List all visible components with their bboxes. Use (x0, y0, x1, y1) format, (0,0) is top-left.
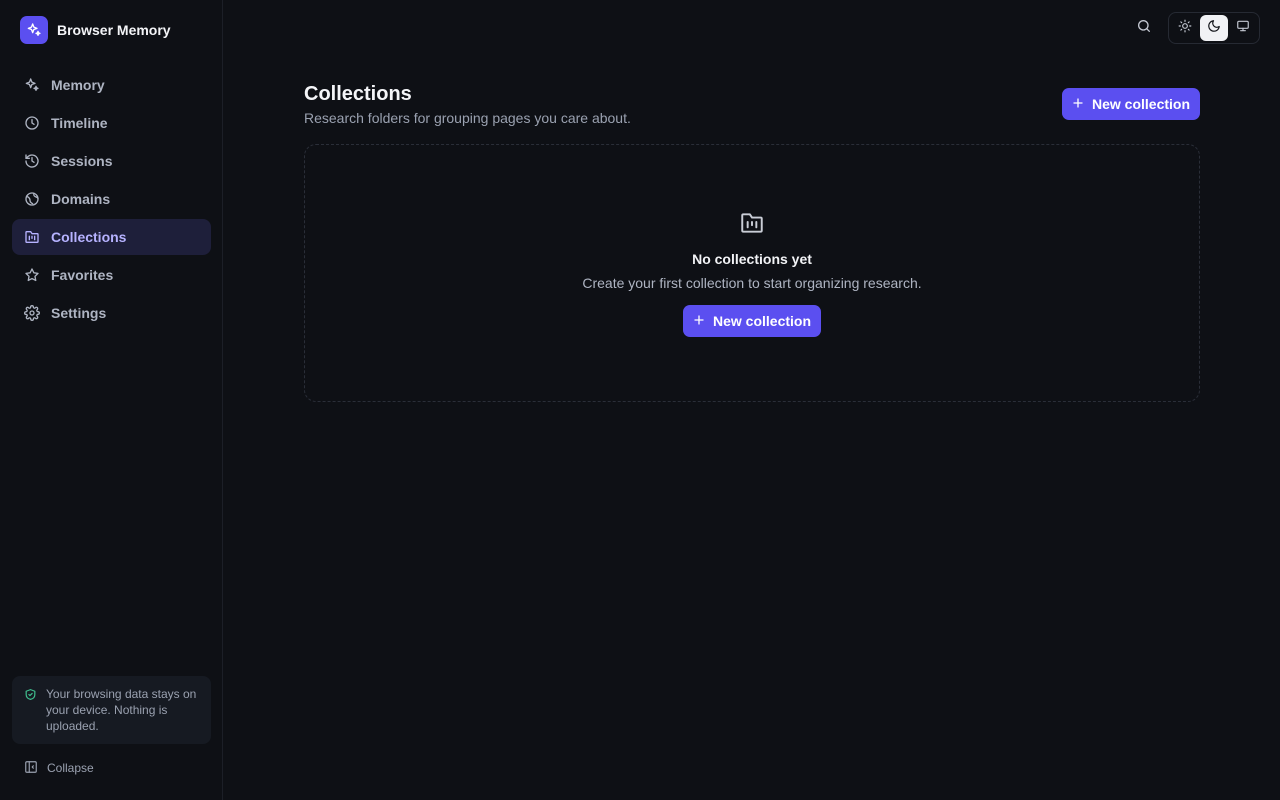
privacy-note: Your browsing data stays on your device.… (12, 676, 211, 744)
page-title: Collections (304, 83, 412, 105)
theme-system-button[interactable] (1230, 15, 1257, 41)
sidebar-item-collections[interactable]: Collections (12, 219, 211, 255)
star-icon (24, 267, 40, 283)
page-subtitle: Research folders for grouping pages you … (304, 110, 631, 126)
collapse-label: Collapse (47, 761, 94, 775)
app-root: Browser Memory Memory Timeline Sessions (0, 0, 1280, 800)
sidebar-item-timeline[interactable]: Timeline (12, 105, 211, 141)
sidebar-nav: Memory Timeline Sessions Domains Collect… (12, 67, 211, 333)
sidebar-item-settings[interactable]: Settings (12, 295, 211, 331)
privacy-note-text: Your browsing data stays on your device.… (46, 687, 197, 733)
history-icon (24, 153, 40, 169)
sidebar-item-label: Sessions (51, 153, 113, 169)
sidebar-item-domains[interactable]: Domains (12, 181, 211, 217)
sidebar-item-label: Domains (51, 191, 111, 207)
empty-state-title: No collections yet (692, 251, 812, 267)
empty-state: No collections yet Create your first col… (304, 144, 1200, 402)
theme-switcher (1168, 12, 1260, 44)
monitor-icon (1236, 19, 1250, 38)
search-icon (1136, 18, 1152, 39)
sidebar-item-label: Favorites (51, 267, 114, 283)
sparkles-icon (24, 77, 40, 93)
app-name: Browser Memory (57, 22, 171, 38)
shield-check-icon (24, 688, 37, 705)
sidebar-item-label: Settings (51, 305, 107, 321)
panel-left-close-icon (24, 760, 38, 777)
theme-dark-button[interactable] (1200, 15, 1228, 41)
globe-icon (24, 191, 40, 207)
sidebar-item-memory[interactable]: Memory (12, 67, 211, 103)
sidebar: Browser Memory Memory Timeline Sessions (0, 0, 223, 800)
sparkles-logo-icon (20, 16, 48, 44)
sidebar-item-label: Collections (51, 229, 127, 245)
brand[interactable]: Browser Memory (20, 16, 171, 44)
empty-state-description: Create your first collection to start or… (582, 275, 922, 291)
sun-icon (1178, 19, 1192, 38)
sidebar-item-label: Timeline (51, 115, 108, 131)
empty-state-button-label: New collection (712, 313, 812, 329)
moon-icon (1207, 19, 1221, 38)
theme-light-button[interactable] (1171, 15, 1198, 41)
plus-icon (1072, 96, 1084, 112)
sidebar-item-sessions[interactable]: Sessions (12, 143, 211, 179)
collapse-button[interactable]: Collapse (24, 760, 94, 776)
empty-state-new-collection-button[interactable]: New collection (683, 305, 821, 337)
folder-kanban-icon (24, 229, 40, 245)
plus-icon (693, 313, 705, 329)
new-collection-label: New collection (1091, 96, 1191, 112)
new-collection-button[interactable]: New collection (1062, 88, 1200, 120)
search-button[interactable] (1132, 16, 1156, 40)
sidebar-item-label: Memory (51, 77, 105, 93)
sidebar-item-favorites[interactable]: Favorites (12, 257, 211, 293)
gear-icon (24, 305, 40, 321)
folder-kanban-icon (737, 209, 767, 237)
clock-icon (24, 115, 40, 131)
